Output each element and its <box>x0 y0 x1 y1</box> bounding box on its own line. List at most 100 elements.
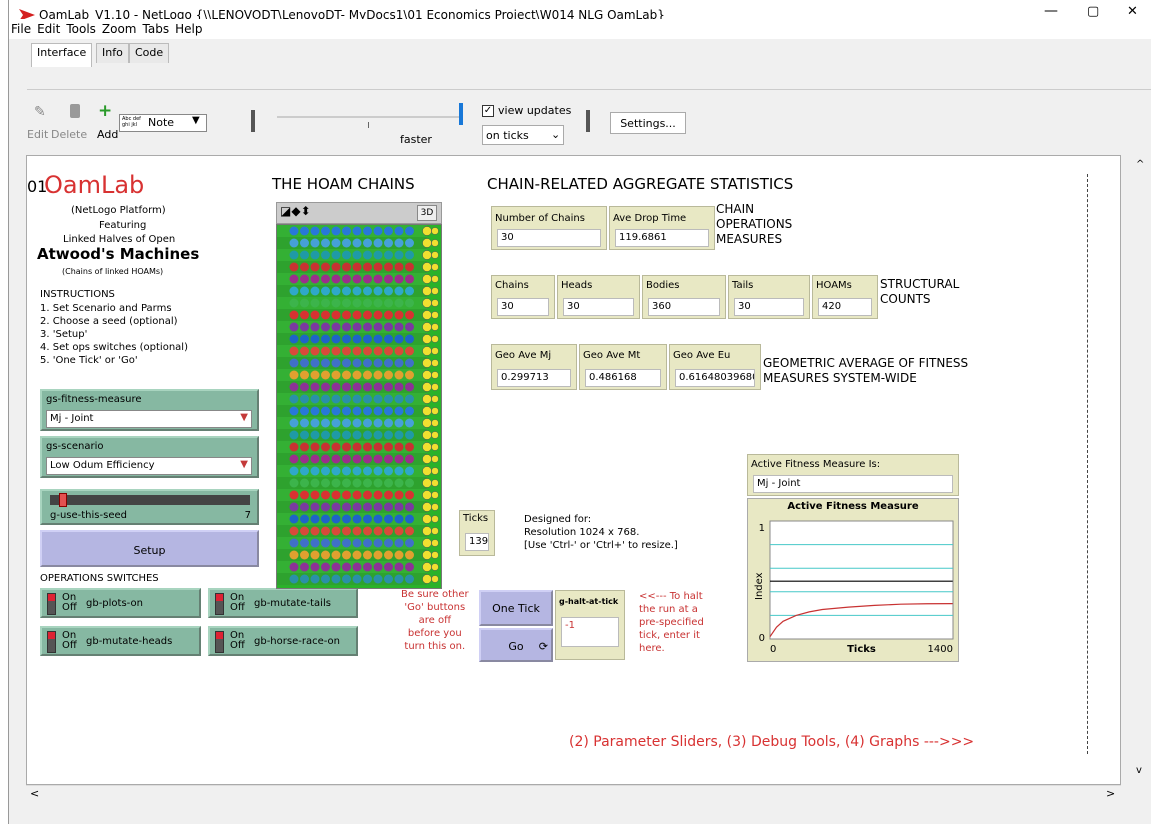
edit-button[interactable]: Edit <box>27 128 48 141</box>
hoam-body <box>384 562 393 572</box>
hoam-body <box>405 430 414 440</box>
hoam-body <box>352 430 362 440</box>
hoam-body <box>321 334 330 344</box>
view-updates-checkbox[interactable]: ✓ <box>482 105 494 117</box>
speed-slider-thumb[interactable] <box>459 103 463 125</box>
fitness-measure-chooser[interactable]: gs-fitness-measure Mj - Joint ▼ <box>40 389 259 431</box>
hoam-body <box>373 490 383 500</box>
hoam-body <box>342 358 351 368</box>
scroll-up-icon[interactable]: ^ <box>1136 159 1144 170</box>
hoam-body <box>331 334 341 344</box>
hoam-body <box>321 562 330 572</box>
slider-thumb[interactable] <box>59 493 67 507</box>
toolbar: ✎ Edit Delete + Add Abc def ghi jkl Note… <box>27 89 1151 151</box>
settings-button[interactable]: Settings... <box>610 112 686 134</box>
chain-row <box>277 525 427 537</box>
hoam-head <box>422 406 432 416</box>
scroll-right-icon[interactable]: > <box>1106 787 1115 800</box>
tab-interface[interactable]: Interface <box>31 43 93 67</box>
hoam-body <box>342 418 351 428</box>
seed-slider[interactable]: g-use-this-seed 7 <box>40 489 259 525</box>
slider-track[interactable] <box>50 495 250 505</box>
hoam-body <box>352 298 362 308</box>
close-icon[interactable]: ✕ <box>1127 4 1138 19</box>
monitor-value: 360 <box>648 298 720 316</box>
hoam-body <box>300 526 309 536</box>
halt-at-tick-input[interactable]: g-halt-at-tick -1 <box>555 590 625 660</box>
minimize-icon[interactable]: — <box>1044 3 1058 19</box>
hoam-body <box>363 526 372 536</box>
add-button[interactable]: Add <box>97 128 118 141</box>
hoam-body <box>394 370 404 380</box>
hoam-body <box>321 406 330 416</box>
delete-button[interactable]: Delete <box>51 128 87 141</box>
hoam-tail <box>431 275 439 283</box>
hoam-body <box>394 406 404 416</box>
switch-knob[interactable] <box>47 631 56 653</box>
hoam-body <box>321 346 330 356</box>
hoam-body <box>363 346 372 356</box>
hoam-tail <box>431 227 439 235</box>
switch-knob[interactable] <box>215 593 224 615</box>
hoam-body <box>342 538 351 548</box>
menu-zoom[interactable]: Zoom <box>102 22 137 36</box>
update-mode-dropdown[interactable]: on ticks ⌄ <box>482 125 564 145</box>
divider <box>251 110 255 132</box>
chain-row <box>277 321 427 333</box>
menu-help[interactable]: Help <box>175 22 202 36</box>
speed-slider-track[interactable] <box>277 116 462 118</box>
hoam-body <box>363 478 372 488</box>
switch-knob[interactable] <box>47 593 56 615</box>
hoam-body <box>300 226 309 236</box>
go-button[interactable]: Go ⟳ <box>479 628 553 662</box>
hoam-body <box>394 286 404 296</box>
view-3d-button[interactable]: 3D <box>417 205 437 221</box>
note-line: Be sure other <box>401 589 469 600</box>
hoam-body <box>342 370 351 380</box>
world-view[interactable] <box>276 224 442 589</box>
note-line: COUNTS <box>880 292 931 306</box>
switch-mutate-heads[interactable]: On Off gb-mutate-heads <box>40 626 201 656</box>
hoam-body <box>321 526 330 536</box>
setup-button[interactable]: Setup <box>40 530 259 567</box>
hoam-body <box>363 238 372 248</box>
hoam-tail <box>431 479 439 487</box>
hoam-body <box>384 322 393 332</box>
hoam-body <box>300 418 309 428</box>
switch-mutate-tails[interactable]: On Off gb-mutate-tails <box>208 588 358 618</box>
input-value[interactable]: -1 <box>561 617 619 647</box>
hoam-body <box>310 406 320 416</box>
hoam-body <box>384 538 393 548</box>
widget-type-dropdown[interactable]: Abc def ghi jkl Note ▼ <box>119 114 207 132</box>
chain-row <box>277 273 427 285</box>
hoam-body <box>405 310 414 320</box>
view-controls-icon[interactable]: ◪◆⬍ <box>280 204 311 218</box>
menu-tools[interactable]: Tools <box>66 22 96 36</box>
vertical-scrollbar[interactable]: ^ v <box>1131 155 1151 785</box>
menu-tabs[interactable]: Tabs <box>143 22 170 36</box>
chooser-value[interactable]: Low Odum Efficiency ▼ <box>46 457 252 475</box>
chain-row <box>277 537 427 549</box>
hoam-head <box>422 526 432 536</box>
tab-info[interactable]: Info <box>96 43 129 63</box>
switch-knob[interactable] <box>215 631 224 653</box>
hoam-body <box>352 562 362 572</box>
chain-row <box>277 477 427 489</box>
maximize-icon[interactable]: ▢ <box>1087 4 1099 19</box>
fitness-plot[interactable]: Active Fitness Measure 0 1 0 1400 Ticks Index <box>747 498 959 662</box>
heads-monitor: Heads 30 <box>557 275 640 319</box>
chooser-value-text: Low Odum Efficiency <box>50 460 155 471</box>
scroll-down-icon[interactable]: v <box>1136 765 1142 776</box>
horizontal-scrollbar[interactable]: < > <box>26 785 1121 803</box>
menu-edit[interactable]: Edit <box>37 22 60 36</box>
chooser-value[interactable]: Mj - Joint ▼ <box>46 410 252 428</box>
switch-horse-race-on[interactable]: On Off gb-horse-race-on <box>208 626 358 656</box>
menu-file[interactable]: File <box>11 22 31 36</box>
scenario-chooser[interactable]: gs-scenario Low Odum Efficiency ▼ <box>40 436 259 478</box>
switch-plots-on[interactable]: On Off gb-plots-on <box>40 588 201 618</box>
scroll-left-icon[interactable]: < <box>30 787 39 800</box>
tab-code[interactable]: Code <box>129 43 170 63</box>
note-line: the run at a <box>639 604 698 615</box>
one-tick-button[interactable]: One Tick <box>479 590 553 626</box>
hoam-body <box>321 454 330 464</box>
